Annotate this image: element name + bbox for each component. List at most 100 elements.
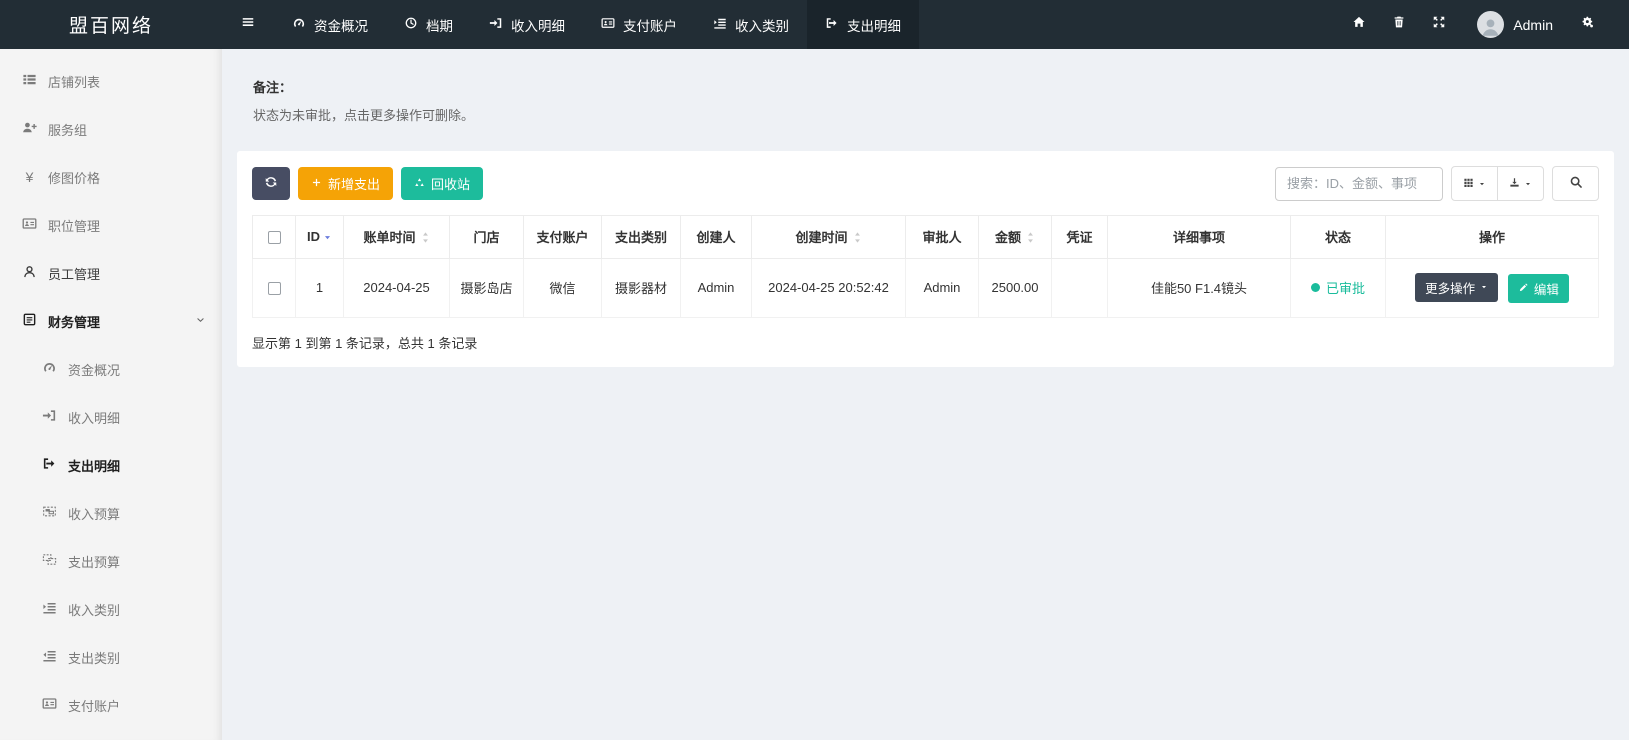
export-icon: [1509, 176, 1520, 191]
sidebar-toggle-button[interactable]: [222, 0, 274, 49]
refresh-icon: [264, 175, 278, 192]
sidebar-item-retouch-price[interactable]: ¥ 修图价格: [0, 153, 222, 201]
home-button[interactable]: [1339, 0, 1379, 49]
sidebar-item-label: 支出类别: [68, 648, 120, 667]
sidebar-item-service-group[interactable]: 服务组: [0, 105, 222, 153]
nav-item-label: 档期: [426, 15, 453, 35]
page-layout: 店铺列表 服务组 ¥ 修图价格 职位管理 员工管理 财务管理 资金概况: [0, 49, 1629, 740]
sort-both-icon: [421, 231, 430, 247]
header-created-at[interactable]: 创建时间: [752, 216, 906, 259]
more-actions-label: 更多操作: [1425, 278, 1475, 297]
sidebar-item-income-detail[interactable]: 收入明细: [0, 393, 222, 441]
id-card-icon: [601, 16, 615, 33]
cell-bill-date: 2024-04-25: [344, 258, 450, 318]
table-row[interactable]: 1 2024-04-25 摄影岛店 微信 摄影器材 Admin 2024-04-…: [253, 258, 1599, 318]
user-menu[interactable]: Admin: [1459, 11, 1567, 38]
search-button[interactable]: [1552, 166, 1599, 201]
bars-icon: [241, 15, 255, 34]
list-blocks-icon: [22, 72, 37, 90]
id-card-icon: [42, 696, 57, 714]
cell-select: [253, 258, 296, 318]
cell-creator: Admin: [681, 258, 752, 318]
toolbar-right: [1275, 166, 1599, 201]
status-label: 已审批: [1326, 278, 1365, 297]
sidebar-item-store-list[interactable]: 店铺列表: [0, 57, 222, 105]
sidebar-item-label: 资金概况: [68, 360, 120, 379]
add-expense-button[interactable]: 新增支出: [298, 167, 393, 200]
sidebar-item-income-category[interactable]: 收入类别: [0, 585, 222, 633]
sign-in-icon: [42, 408, 57, 426]
header-actions[interactable]: 操作: [1386, 216, 1599, 259]
status-dot-icon: [1311, 283, 1320, 292]
header-store[interactable]: 门店: [450, 216, 524, 259]
note-title: 备注：: [253, 77, 1614, 96]
sort-both-icon: [1026, 231, 1035, 247]
navbar-right-tools: Admin: [1339, 0, 1629, 49]
trash-button[interactable]: [1379, 0, 1419, 49]
columns-grid-icon: [1463, 176, 1474, 191]
finance-icon: [22, 312, 37, 330]
refresh-button[interactable]: [252, 167, 290, 200]
sign-out-icon: [42, 456, 57, 474]
cell-created-at: 2024-04-25 20:52:42: [752, 258, 906, 318]
header-label: 门店: [473, 230, 499, 245]
top-nav-menu: 资金概况 档期 收入明细 支付账户 收入类别 支出明细: [274, 0, 919, 49]
nav-item-label: 支出明细: [847, 15, 901, 35]
nav-item-income-detail[interactable]: 收入明细: [471, 0, 583, 49]
header-id[interactable]: ID: [296, 216, 344, 259]
indent-icon: [42, 600, 57, 618]
note-block: 备注： 状态为未审批，点击更多操作可删除。: [253, 77, 1614, 124]
header-voucher[interactable]: 凭证: [1052, 216, 1108, 259]
settings-button[interactable]: [1567, 0, 1607, 49]
header-label: 创建人: [696, 230, 735, 245]
sidebar-item-position-management[interactable]: 职位管理: [0, 201, 222, 249]
sidebar-item-expense-category[interactable]: 支出类别: [0, 633, 222, 681]
header-select-all[interactable]: [253, 216, 296, 259]
recycle-bin-button[interactable]: 回收站: [401, 167, 483, 200]
caret-down-icon: [1524, 176, 1532, 191]
nav-item-income-category[interactable]: 收入类别: [695, 0, 807, 49]
nav-item-schedule[interactable]: 档期: [386, 0, 471, 49]
nav-item-expense-detail[interactable]: 支出明细: [807, 0, 919, 49]
nav-item-payment-account[interactable]: 支付账户: [583, 0, 695, 49]
nav-item-funds-overview[interactable]: 资金概况: [274, 0, 386, 49]
nav-item-label: 收入明细: [511, 15, 565, 35]
search-input[interactable]: [1275, 167, 1443, 201]
columns-button[interactable]: [1451, 166, 1498, 201]
sidebar-item-funds-overview[interactable]: 资金概况: [0, 345, 222, 393]
header-creator[interactable]: 创建人: [681, 216, 752, 259]
header-expense-type[interactable]: 支出类别: [602, 216, 681, 259]
header-bill-date[interactable]: 账单时间: [344, 216, 450, 259]
header-label: 账单时间: [363, 230, 415, 245]
header-approver[interactable]: 审批人: [906, 216, 979, 259]
sidebar-item-income-budget[interactable]: 收入预算: [0, 489, 222, 537]
sidebar-item-finance-management[interactable]: 财务管理: [0, 297, 222, 345]
search-icon: [1569, 175, 1583, 192]
toolbar-button-group: [1451, 166, 1544, 201]
edit-button[interactable]: 编辑: [1508, 274, 1569, 303]
pencil-icon: [1518, 282, 1529, 296]
brand-logo[interactable]: 盟百网络: [0, 0, 222, 49]
header-label: 操作: [1479, 230, 1505, 245]
more-actions-button[interactable]: 更多操作: [1415, 273, 1498, 302]
export-button[interactable]: [1497, 166, 1544, 201]
sidebar-item-expense-detail[interactable]: 支出明细: [0, 441, 222, 489]
sidebar-item-expense-budget[interactable]: 支出预算: [0, 537, 222, 585]
chevron-down-icon: [195, 314, 206, 329]
header-amount[interactable]: 金额: [979, 216, 1052, 259]
header-pay-account[interactable]: 支付账户: [524, 216, 602, 259]
sidebar-item-label: 职位管理: [48, 216, 100, 235]
trash-icon: [1392, 15, 1406, 34]
sidebar-item-staff-management[interactable]: 员工管理: [0, 249, 222, 297]
user-plus-icon: [22, 120, 37, 138]
header-status[interactable]: 状态: [1291, 216, 1386, 259]
row-checkbox[interactable]: [268, 282, 281, 295]
table-toolbar: 新增支出 回收站: [252, 166, 1599, 201]
fullscreen-button[interactable]: [1419, 0, 1459, 49]
cell-voucher: [1052, 258, 1108, 318]
header-detail[interactable]: 详细事项: [1108, 216, 1291, 259]
tachometer-icon: [42, 360, 57, 378]
indent-icon: [713, 16, 727, 33]
select-all-checkbox[interactable]: [268, 231, 281, 244]
sidebar-item-payment-account[interactable]: 支付账户: [0, 681, 222, 729]
